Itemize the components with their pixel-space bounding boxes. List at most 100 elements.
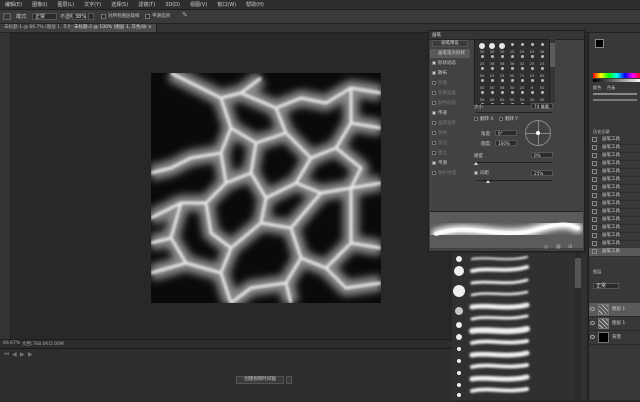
brush-setting-item[interactable]: 建立 xyxy=(430,149,470,158)
brush-setting-item[interactable]: 保护纹理 xyxy=(430,169,470,178)
brush-tip[interactable]: 50 xyxy=(477,90,487,102)
brush-tip[interactable]: 25 xyxy=(537,54,547,66)
brush-setting-item[interactable]: 散布 xyxy=(430,69,470,78)
menu-item[interactable]: 视图(V) xyxy=(185,1,212,8)
menu-item[interactable]: 滤镜(T) xyxy=(133,1,160,8)
brush-tip[interactable]: 32 xyxy=(517,54,527,66)
brush-tip[interactable]: 50 xyxy=(517,90,527,102)
brush-setting-checkbox[interactable] xyxy=(432,81,436,85)
menu-item[interactable]: 图层(L) xyxy=(52,1,79,8)
visibility-eye-icon[interactable] xyxy=(590,321,595,325)
foreground-color-swatch[interactable] xyxy=(595,39,604,48)
brush-tip[interactable]: 30 xyxy=(477,42,487,54)
blend-mode-dropdown[interactable]: 正常 xyxy=(593,283,619,289)
brush-tip[interactable]: 25 xyxy=(527,66,537,78)
opacity-dropdown-arrow[interactable] xyxy=(88,13,94,20)
brush-tip[interactable]: 50 xyxy=(537,78,547,90)
brush-tip[interactable]: 50 xyxy=(497,102,507,104)
menu-item[interactable]: 3D(D) xyxy=(160,2,185,8)
color-tab[interactable]: 颜色 xyxy=(593,85,601,91)
brush-tip[interactable]: 30 xyxy=(487,42,497,54)
history-tab[interactable]: 历史记录 xyxy=(593,129,610,135)
sample-all-layers-checkbox[interactable] xyxy=(101,14,106,19)
brush-preset-picker[interactable] xyxy=(3,13,11,20)
opacity-field[interactable]: 38% xyxy=(72,13,86,20)
visibility-eye-icon[interactable] xyxy=(590,335,595,339)
brush-setting-checkbox[interactable] xyxy=(432,61,436,65)
menu-item[interactable]: 帮助(H) xyxy=(241,1,269,8)
brush-setting-checkbox[interactable] xyxy=(432,101,436,105)
brush-setting-item[interactable]: 杂色 xyxy=(430,129,470,138)
layer-row[interactable]: 图层 1 xyxy=(589,303,640,317)
brush-tip[interactable]: 36 xyxy=(507,54,517,66)
brush-tip[interactable]: 25 xyxy=(527,42,537,54)
brush-tip[interactable]: 25 xyxy=(477,54,487,66)
layer-row[interactable]: 图层 1 xyxy=(589,317,640,331)
brush-setting-item[interactable]: 湿边 xyxy=(430,139,470,148)
brush-tip-scroll-thumb[interactable] xyxy=(550,43,555,67)
timeline-first-frame-icon[interactable]: ⏮ xyxy=(4,351,9,359)
brush-tip[interactable]: 50 xyxy=(527,90,537,102)
brush-tip[interactable]: 50 xyxy=(507,66,517,78)
menu-item[interactable]: 选择(S) xyxy=(106,1,133,8)
brush-tip[interactable]: 50 xyxy=(507,90,517,102)
brush-tip[interactable]: 20 xyxy=(517,78,527,90)
brush-tip[interactable]: 50 xyxy=(497,90,507,102)
document-canvas[interactable] xyxy=(151,73,381,303)
brush-tip[interactable]: 50 xyxy=(537,90,547,102)
menu-item[interactable]: 图像(I) xyxy=(27,1,52,8)
spacing-slider-knob[interactable] xyxy=(486,180,490,183)
brush-setting-checkbox[interactable] xyxy=(432,111,436,115)
brush-tip[interactable]: 50 xyxy=(477,78,487,90)
timeline-play-icon[interactable]: ▶ xyxy=(20,351,25,358)
brush-tip[interactable]: 25 xyxy=(497,66,507,78)
brush-tip[interactable]: 50 xyxy=(477,66,487,78)
brush-tip[interactable]: 25 xyxy=(487,66,497,78)
layers-tab[interactable]: 图层 xyxy=(593,269,601,275)
brush-tip[interactable]: 36 xyxy=(497,78,507,90)
menu-item[interactable]: 文字(Y) xyxy=(79,1,106,8)
brush-tip[interactable]: 36 xyxy=(497,54,507,66)
spacing-field[interactable]: 25% xyxy=(531,170,553,176)
brush-setting-item[interactable]: 形状动态 xyxy=(430,59,470,68)
layer-row[interactable]: 背景 xyxy=(589,331,640,345)
brush-tip[interactable]: 50 xyxy=(507,102,517,104)
color-ramp[interactable] xyxy=(593,73,640,78)
brush-setting-checkbox[interactable] xyxy=(432,121,436,125)
hardness-field[interactable]: 0% xyxy=(531,152,553,158)
gray-ramp[interactable] xyxy=(593,79,640,82)
grid-icon[interactable]: ▦ xyxy=(556,244,561,250)
hardness-slider-knob[interactable] xyxy=(474,162,478,165)
brush-setting-checkbox[interactable] xyxy=(432,171,436,175)
brush-tip[interactable]: 50 xyxy=(487,90,497,102)
brush-tip[interactable]: 25 xyxy=(507,42,517,54)
brush-setting-item[interactable]: 双重画笔 xyxy=(430,89,470,98)
brush-setting-item[interactable]: 传递 xyxy=(430,109,470,118)
swatches-tab[interactable]: 色板 xyxy=(607,85,615,91)
brush-setting-checkbox[interactable] xyxy=(432,141,436,145)
brush-tip[interactable]: 50 xyxy=(517,102,527,104)
menu-item[interactable]: 编辑(E) xyxy=(0,1,27,8)
brush-tip[interactable]: 36 xyxy=(537,42,547,54)
size-field[interactable]: 74 像素 xyxy=(531,103,553,109)
brush-tip[interactable]: 30 xyxy=(507,78,517,90)
brush-icon[interactable]: ✎ xyxy=(182,11,188,19)
spacing-checkbox[interactable] xyxy=(474,171,478,175)
brush-setting-item[interactable]: 画笔笔尖形状 xyxy=(430,49,470,58)
brush-setting-checkbox[interactable] xyxy=(432,71,436,75)
brush-setting-item[interactable]: 纹理 xyxy=(430,79,470,88)
angle-field[interactable]: 0° xyxy=(495,130,517,136)
toggle-live-tip-icon[interactable]: ◎ xyxy=(544,244,548,250)
mode-dropdown[interactable]: 正常 xyxy=(32,13,57,20)
timeline-next-icon[interactable]: ▶ xyxy=(28,351,33,358)
brush-tip[interactable]: 50 xyxy=(487,78,497,90)
brush-setting-item[interactable]: 平滑 xyxy=(430,159,470,168)
brush-tip[interactable]: 25 xyxy=(527,54,537,66)
zoom-readout[interactable]: 66.67% xyxy=(3,341,20,346)
menu-item[interactable]: 窗口(W) xyxy=(212,1,241,8)
new-brush-icon[interactable]: ⊞ xyxy=(568,244,572,250)
brush-panel-tab[interactable]: 画笔 xyxy=(432,32,441,38)
brush-setting-checkbox[interactable] xyxy=(432,151,436,155)
hardness-slider-track[interactable] xyxy=(476,162,552,163)
brush-setting-checkbox[interactable] xyxy=(432,131,436,135)
